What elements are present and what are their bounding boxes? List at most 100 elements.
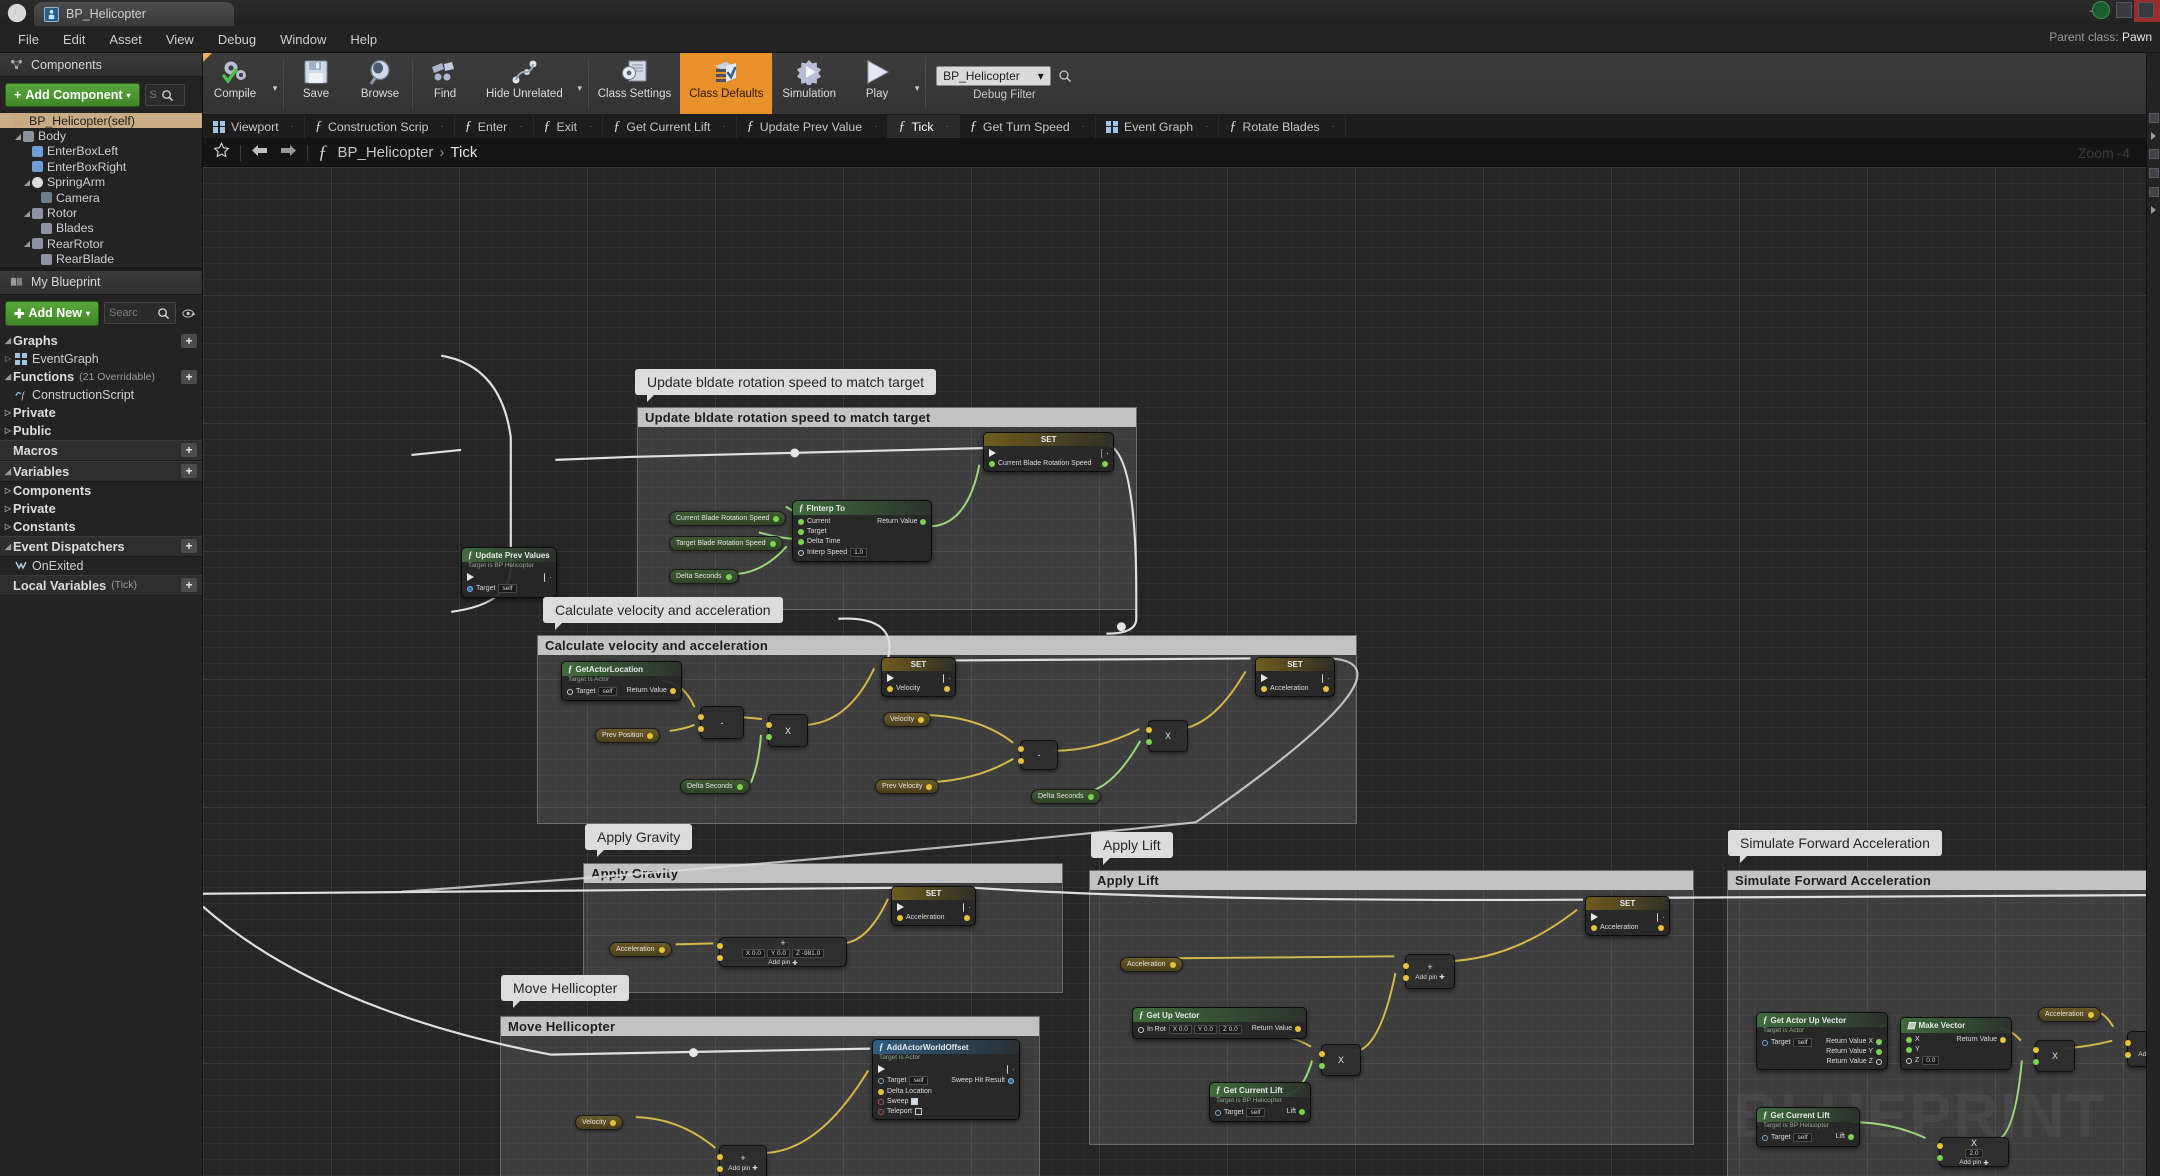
node-pin-acceleration[interactable]: Acceleration — [1261, 685, 1309, 692]
component-tree-item-rearrotor[interactable]: ◢ RearRotor — [0, 236, 202, 251]
get-actor-up-vector-node[interactable]: ƒ Get Actor Up Vector Target is Actor Targe… — [1756, 1012, 1888, 1070]
node-pin-value[interactable]: self — [909, 1076, 928, 1085]
add-pin-button[interactable]: Add pin ✚ — [1959, 1159, 1989, 1167]
breadcrumb-root[interactable]: BP_Helicopter — [338, 144, 434, 161]
node-pin-exec[interactable] — [1323, 686, 1329, 692]
search-icon[interactable] — [160, 87, 176, 103]
menu-bar[interactable]: File Edit Asset View Debug Window Help Parent … — [0, 1, 2160, 53]
toolbar-compile-button[interactable]: Compile — [203, 53, 267, 114]
node-pin-exec[interactable] — [963, 903, 970, 912]
operator-node-multiply[interactable]: X 2.0 Add pin ✚ — [1936, 1137, 2009, 1167]
operator-node-multiply[interactable]: X — [765, 714, 808, 747]
disclosure-arrow-icon[interactable]: ▷ — [3, 426, 13, 435]
add-button[interactable]: + — [181, 333, 197, 348]
menu-item-file[interactable]: File — [6, 29, 51, 50]
node-pin-velocity[interactable]: Velocity — [887, 685, 920, 692]
tab-close-icon[interactable]: · — [440, 121, 443, 132]
node-pin-exec[interactable] — [1007, 1065, 1014, 1074]
add-component-button[interactable]: + Add Component ▾ — [5, 83, 140, 107]
comment-box-title[interactable]: Move Hellicopter — [501, 1017, 1039, 1036]
set-velocity-node[interactable]: SET Velocity — [881, 657, 956, 697]
node-pin-exec[interactable] — [887, 674, 920, 682]
operator-node-add[interactable]: +Add pin ✚ — [1402, 954, 1455, 989]
variable-getter-delta-seconds[interactable]: Delta Seconds — [1031, 789, 1101, 804]
set-acceleration-gravity-node[interactable]: SET Acceleration — [891, 886, 976, 926]
node-pin-exec[interactable] — [544, 573, 551, 582]
node-pin-in-rot[interactable]: In Rot X 0.0 Y 0.0 Z 0.0 — [1138, 1025, 1242, 1034]
disclosure-arrow-icon[interactable]: ◢ — [3, 542, 13, 551]
node-pin-interp-speed[interactable]: Interp Speed 1.0 — [798, 548, 868, 557]
mbp-section-event-dispatchers[interactable]: ◢ Event Dispatchers + — [0, 535, 202, 557]
update-prev-values-node[interactable]: ƒ Update Prev Values Target is BP Helicopt… — [461, 547, 557, 598]
node-pin-exec[interactable] — [467, 573, 517, 581]
mbp-item-onexited[interactable]: OnExited — [0, 557, 202, 575]
my-blueprint-search-input[interactable]: Searc — [103, 302, 176, 325]
chevron-down-icon[interactable]: ▾ — [909, 53, 925, 114]
node-pin-exec[interactable] — [944, 686, 950, 692]
node-pin-lift[interactable]: Lift — [1836, 1133, 1854, 1140]
components-tree[interactable]: BP_Helicopter(self) ◢ Body EnterBoxLeft Ente… — [0, 113, 202, 267]
finterp-to-node[interactable]: ƒ FInterp To Current Target Delta Time Interp… — [792, 500, 933, 562]
set-acceleration-node-calc[interactable]: SET Acceleration — [1255, 657, 1335, 697]
toolbar-simulation-button[interactable]: Simulation — [773, 53, 845, 114]
parent-class-value[interactable]: Pawn — [2122, 30, 2152, 44]
node-pin-value[interactable]: self — [498, 584, 517, 593]
node-pin-exec[interactable] — [1591, 913, 1639, 921]
components-search-input[interactable]: S — [144, 84, 185, 106]
mbp-section-variables[interactable]: ◢ Variables + — [0, 460, 202, 482]
variable-getter-velocity[interactable]: Velocity — [883, 712, 932, 727]
get-current-lift-node-forward[interactable]: ƒ Get Current Lift Target is BP Helicopter… — [1756, 1107, 1860, 1147]
node-pin-x[interactable]: X — [1906, 1036, 1939, 1043]
back-arrow-icon[interactable] — [251, 143, 269, 162]
node-pin-sweep[interactable]: Sweep — [878, 1098, 932, 1105]
node-pin-exec[interactable] — [964, 915, 970, 921]
add-pin-button[interactable]: Add pin ✚ — [768, 959, 798, 967]
operator-node-add[interactable]: + X 0.0 Y 0.0 Z -981.0 Add pin ✚ — [716, 937, 847, 967]
node-pin-z[interactable]: Z 0.0 — [1906, 1056, 1940, 1065]
node-pin-target[interactable]: Target self — [467, 584, 517, 593]
add-actor-world-offset-node[interactable]: ƒ AddActorWorldOffset Target is Actor Targe… — [872, 1039, 1020, 1120]
toolbar-save-button[interactable]: Save — [284, 53, 348, 114]
comment-box-title[interactable]: Calculate velocity and acceleration — [538, 636, 1356, 655]
component-tree-item-rotor[interactable]: ◢ Rotor — [0, 205, 202, 220]
node-pin-y[interactable]: Y — [1906, 1046, 1939, 1053]
search-icon[interactable] — [1057, 68, 1073, 84]
checkbox[interactable] — [911, 1098, 919, 1105]
operator-node-multiply[interactable]: X — [1318, 1044, 1361, 1076]
comment-box-title[interactable]: Apply Gravity — [584, 864, 1062, 883]
graph-tab-update-prev-value[interactable]: ƒ Update Prev Value · — [737, 115, 889, 138]
get-current-lift-node-lift[interactable]: ƒ Get Current Lift Target is BP Helicopter… — [1209, 1082, 1311, 1122]
tab-close-icon[interactable]: · — [1205, 121, 1208, 132]
node-pin-return-value[interactable]: Return Value — [1957, 1036, 2006, 1043]
operator-node-multiply[interactable]: X — [1145, 720, 1188, 752]
component-tree-item-camera[interactable]: Camera — [0, 190, 202, 205]
disclosure-arrow-icon[interactable]: ▷ — [3, 486, 13, 495]
node-pin-exec[interactable] — [1102, 461, 1109, 467]
operator-node-subtract[interactable]: - — [697, 706, 744, 739]
add-new-button[interactable]: ✚ Add New ▾ — [5, 300, 99, 326]
tab-close-icon[interactable]: · — [519, 121, 522, 132]
disclosure-arrow-icon[interactable]: ▷ — [3, 408, 13, 417]
checkbox[interactable] — [914, 1108, 922, 1115]
mbp-section-macros[interactable]: Macros + — [0, 439, 202, 461]
component-tree-item-blades[interactable]: Blades — [0, 221, 202, 236]
variable-getter-acceleration[interactable]: Acceleration — [609, 942, 672, 957]
node-pin-return-value-x[interactable]: Return Value X — [1826, 1038, 1882, 1045]
disclosure-arrow-icon[interactable]: ◢ — [3, 372, 13, 381]
node-pin-target[interactable]: Target — [798, 528, 867, 535]
node-pin-return-value[interactable]: Return Value — [627, 687, 676, 694]
graph-tab-rotate-blades[interactable]: ƒ Rotate Blades · — [1219, 115, 1347, 138]
asset-tab[interactable]: BP_Helicopter — [34, 2, 234, 26]
node-pin-value[interactable]: self — [1246, 1108, 1265, 1117]
node-pin-exec[interactable] — [897, 903, 945, 911]
node-pin-target[interactable]: Target self — [1215, 1108, 1265, 1117]
operator-node-add[interactable]: +Add pin ✚ — [716, 1145, 767, 1176]
component-tree-item-enterboxleft[interactable]: EnterBoxLeft — [0, 144, 202, 159]
graph-tab-enter[interactable]: ƒ Enter · — [455, 115, 534, 138]
chevron-down-icon[interactable]: ▾ — [267, 53, 283, 114]
node-pin-value[interactable]: 0.0 — [1922, 1056, 1940, 1065]
node-pin-exec[interactable] — [1322, 674, 1329, 683]
disclosure-arrow-icon[interactable]: ▷ — [3, 522, 13, 531]
toolbar-play-button[interactable]: Play — [845, 53, 909, 114]
variable-getter-target-blade-rotation-speed[interactable]: Target Blade Rotation Speed — [669, 536, 783, 551]
